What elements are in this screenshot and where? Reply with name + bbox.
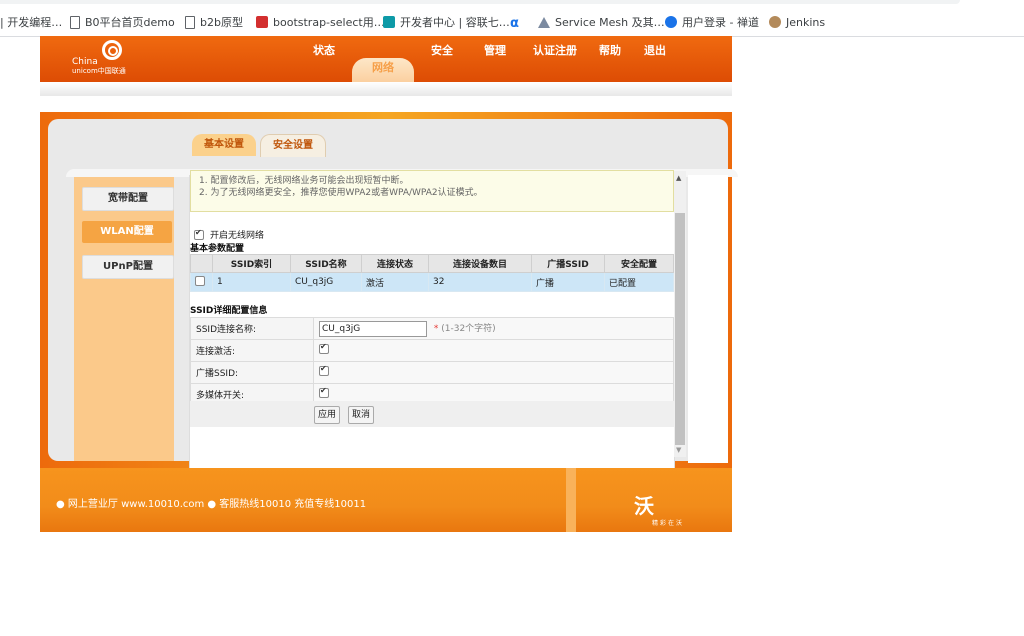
- bookmarks-bar: | 开发编程… B0平台首页demo b2b原型 bootstrap-selec…: [0, 0, 1024, 37]
- ssid-hint: (1-32个字符): [441, 324, 496, 334]
- scroll-up-icon[interactable]: ▲: [676, 174, 681, 182]
- content-scrollbar[interactable]: ▲ ▼: [674, 171, 686, 457]
- nav-management[interactable]: 管理: [470, 36, 520, 82]
- multimedia-checkbox[interactable]: [319, 386, 329, 398]
- main-nav: 状态 网络 安全 管理 认证注册 帮助 退出: [302, 36, 680, 82]
- cell-device-count: 32: [428, 272, 532, 292]
- blue-globe-icon: [665, 16, 677, 28]
- cell-status: 激活: [361, 272, 429, 292]
- nav-status[interactable]: 状态: [302, 36, 346, 82]
- table-header-row: SSID索引 SSID名称 连接状态 连接设备数目 广播SSID 安全配置: [190, 254, 674, 273]
- required-star: *: [433, 324, 439, 334]
- broadcast-label: 广播SSID:: [190, 361, 314, 384]
- red-c-icon: [256, 16, 268, 28]
- sub-tabs: 基本设置 安全设置: [192, 134, 330, 157]
- row-select-cell: [190, 272, 213, 292]
- bookmark-label: Jenkins: [786, 15, 826, 29]
- row-checkbox[interactable]: [195, 275, 205, 286]
- jenkins-icon: [769, 16, 781, 28]
- ssid-name-input[interactable]: CU_q3jG: [319, 320, 427, 337]
- enable-checkbox[interactable]: [319, 342, 329, 354]
- bookmark-label: b2b原型: [200, 16, 243, 29]
- logo-text-en: China: [72, 57, 98, 67]
- bookmark-dev-center[interactable]: 开发者中心 | 容联七…: [383, 14, 510, 30]
- teal-icon: [383, 16, 395, 28]
- mesh-icon: [538, 16, 550, 28]
- tab-basic-settings[interactable]: 基本设置: [192, 134, 256, 156]
- footer: ● 网上营业厅 www.10010.com ● 客服热线10010 充值专线10…: [40, 468, 732, 532]
- col-broadcast: 广播SSID: [531, 254, 605, 273]
- tab-security-settings[interactable]: 安全设置: [260, 134, 326, 157]
- apply-button[interactable]: 应用: [314, 406, 341, 424]
- col-security: 安全配置: [604, 254, 674, 273]
- nav-security[interactable]: 安全: [414, 36, 470, 82]
- cancel-button[interactable]: 取消: [348, 406, 375, 424]
- bookmark-folder-dev[interactable]: | 开发编程…: [0, 14, 62, 30]
- bookmark-label: 开发者中心 | 容联七…: [400, 16, 510, 29]
- action-bar: 应用 取消: [190, 401, 674, 427]
- col-select: [190, 254, 213, 273]
- tab-strip-edge: [0, 0, 960, 4]
- col-status: 连接状态: [361, 254, 429, 273]
- bookmark-alpha[interactable]: α: [510, 14, 524, 31]
- nav-network[interactable]: 网络: [352, 58, 414, 82]
- col-ssid-name: SSID名称: [290, 254, 362, 273]
- bookmark-jenkins[interactable]: Jenkins: [769, 14, 825, 30]
- bookmark-label: 用户登录 - 禅道: [682, 16, 759, 29]
- bookmark-b0-demo[interactable]: B0平台首页demo: [70, 14, 175, 30]
- sidebar-item-upnp[interactable]: UPnP配置: [82, 255, 174, 279]
- nav-auth-register[interactable]: 认证注册: [520, 36, 590, 82]
- enable-label: 连接激活:: [190, 339, 314, 362]
- scroll-down-icon[interactable]: ▼: [676, 446, 681, 454]
- col-ssid-index: SSID索引: [212, 254, 291, 273]
- bookmark-label: | 开发编程…: [0, 16, 63, 29]
- enable-wireless-row: 开启无线网络: [194, 228, 264, 241]
- sidebar: 宽带配置 WLAN配置 UPnP配置: [74, 177, 174, 461]
- main-frame: 基本设置 安全设置 宽带配置 WLAN配置 UPnP配置 1. 配置修改后，无线…: [40, 112, 738, 470]
- sidebar-item-broadband[interactable]: 宽带配置: [82, 187, 174, 211]
- china-unicom-logo: China unicom中国联通: [70, 40, 140, 78]
- bookmark-label: B0平台首页demo: [85, 16, 175, 29]
- bookmark-b2b[interactable]: b2b原型: [185, 14, 243, 30]
- enable-wireless-checkbox[interactable]: [194, 228, 204, 240]
- cell-ssid-name: CU_q3jG: [290, 272, 362, 292]
- bookmark-label: bootstrap-select用…: [273, 16, 385, 29]
- alpha-icon: α: [510, 16, 519, 31]
- doc-icon: [70, 15, 80, 29]
- doc-icon: [185, 15, 195, 29]
- ssid-name-label: SSID连接名称:: [190, 317, 314, 340]
- broadcast-checkbox[interactable]: [319, 364, 329, 376]
- notice-line-2: 2. 为了无线网络更安全，推荐您使用WPA2或者WPA/WPA2认证模式。: [199, 188, 483, 198]
- wlan-content: 1. 配置修改后，无线网络业务可能会出现短暂中断。 2. 为了无线网络更安全，推…: [189, 170, 675, 470]
- cell-index: 1: [212, 272, 291, 292]
- ssid-table: SSID索引 SSID名称 连接状态 连接设备数目 广播SSID 安全配置 1 …: [190, 254, 674, 292]
- cell-broadcast: 广播: [531, 272, 605, 292]
- bookmark-service-mesh[interactable]: Service Mesh 及其…: [538, 14, 665, 30]
- config-panel: 基本设置 安全设置 宽带配置 WLAN配置 UPnP配置 1. 配置修改后，无线…: [48, 119, 738, 470]
- col-device-count: 连接设备数目: [428, 254, 532, 273]
- basic-section-title: 基本参数配置: [190, 244, 245, 254]
- wo-brand-logo: 沃: [634, 494, 654, 518]
- footer-contact: ● 网上营业厅 www.10010.com ● 客服热线10010 充值专线10…: [56, 499, 367, 510]
- bookmark-zentao[interactable]: 用户登录 - 禅道: [665, 14, 759, 30]
- table-row[interactable]: 1 CU_q3jG 激活 32 广播 已配置: [190, 272, 674, 292]
- logo-text-cn: unicom中国联通: [72, 67, 126, 75]
- bookmark-label: Service Mesh 及其…: [555, 16, 665, 29]
- sidebar-item-wlan[interactable]: WLAN配置: [82, 221, 172, 243]
- notice-line-1: 1. 配置修改后，无线网络业务可能会出现短暂中断。: [199, 176, 409, 186]
- router-header: China unicom中国联通 状态 网络 安全 管理 认证注册 帮助 退出: [40, 36, 732, 82]
- bookmark-bootstrap-select[interactable]: bootstrap-select用…: [256, 14, 385, 30]
- nav-help[interactable]: 帮助: [590, 36, 630, 82]
- notice-box: 1. 配置修改后，无线网络业务可能会出现短暂中断。 2. 为了无线网络更安全，推…: [190, 170, 674, 212]
- scrollbar-thumb[interactable]: [675, 213, 685, 445]
- enable-wireless-label: 开启无线网络: [210, 231, 265, 241]
- ssid-detail-table: SSID连接名称: CU_q3jG * (1-32个字符) 连接激活: 广播SS…: [190, 317, 674, 406]
- detail-section-title: SSID详细配置信息: [190, 306, 268, 316]
- nav-logout[interactable]: 退出: [630, 36, 680, 82]
- wo-brand-slogan: 精彩在沃: [652, 520, 685, 527]
- cell-security: 已配置: [604, 272, 674, 292]
